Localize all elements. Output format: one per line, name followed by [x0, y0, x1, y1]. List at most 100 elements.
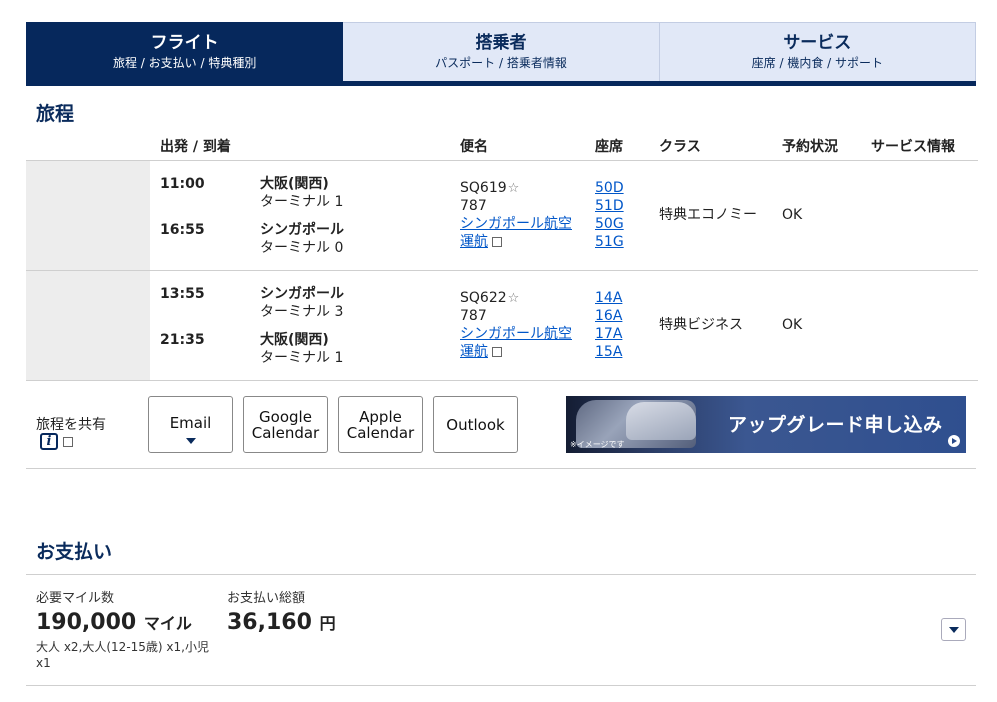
section-divider	[26, 468, 976, 469]
apple-label-line2: Calendar	[346, 423, 415, 442]
miles-value: 190,000	[36, 610, 137, 635]
total-amount: 36,160 円	[227, 610, 336, 635]
aircraft-type: 787	[460, 198, 487, 214]
seat-link[interactable]: 50G	[595, 216, 624, 232]
google-label-line1: Google	[259, 407, 312, 426]
row-divider	[26, 270, 978, 271]
tab-service-subtitle: 座席 / 機内食 / サポート	[751, 56, 883, 70]
tab-passenger-title: 搭乗者	[475, 33, 527, 53]
banner-person-image	[626, 402, 696, 440]
banner-note: ※イメージです	[570, 440, 625, 449]
col-dep-arr: 出発 / 到着	[160, 139, 231, 155]
dep-terminal: ターミナル 1	[260, 194, 344, 210]
total-value: 36,160	[227, 610, 312, 635]
banner-text: アップグレード申し込み	[728, 414, 943, 436]
seat-link[interactable]: 17A	[595, 326, 622, 342]
operator-link[interactable]: シンガポール航空	[460, 325, 572, 343]
seat-link[interactable]: 51G	[595, 234, 624, 250]
flight-number-cell: SQ622☆	[460, 289, 519, 308]
row-divider	[26, 160, 978, 161]
tab-flight[interactable]: フライト 旅程 / お支払い / 特典種別	[26, 22, 344, 85]
seat-link[interactable]: 15A	[595, 344, 622, 360]
seat-link[interactable]: 50D	[595, 180, 624, 196]
row-divider	[26, 380, 978, 381]
apple-label-line1: Apple	[359, 407, 402, 426]
operator-link-2[interactable]: 運航	[460, 343, 502, 361]
aircraft-type: 787	[460, 308, 487, 324]
cabin-class: 特典エコノミー	[659, 207, 757, 223]
flight-number: SQ622	[460, 290, 507, 306]
col-flight: 便名	[460, 139, 488, 155]
seat-link[interactable]: 51D	[595, 198, 624, 214]
chevron-down-icon	[185, 438, 196, 444]
apple-calendar-button[interactable]: Apple Calendar	[338, 396, 423, 453]
arrow-right-icon	[948, 435, 960, 447]
miles-label: 必要マイル数	[36, 591, 115, 606]
seat-link[interactable]: 14A	[595, 290, 622, 306]
star-outline-icon[interactable]: ☆	[508, 180, 520, 198]
email-share-button[interactable]: Email	[148, 396, 233, 453]
tab-service[interactable]: サービス 座席 / 機内食 / サポート	[659, 22, 976, 85]
arr-terminal: ターミナル 1	[260, 350, 344, 366]
operator-link-line1[interactable]: シンガポール航空	[460, 326, 572, 342]
arr-city: シンガポール	[260, 222, 344, 238]
itinerary-heading: 旅程	[36, 103, 75, 125]
external-link-icon	[63, 437, 73, 447]
dep-city: シンガポール	[260, 286, 344, 302]
tab-passenger-subtitle: パスポート / 搭乗者情報	[435, 56, 567, 70]
dep-time: 11:00	[160, 176, 205, 192]
email-button-label: Email	[169, 413, 212, 432]
seat-link[interactable]: 16A	[595, 308, 622, 324]
section-divider	[26, 685, 976, 686]
tab-passenger[interactable]: 搭乗者 パスポート / 搭乗者情報	[343, 22, 660, 85]
miles-unit: マイル	[143, 614, 192, 633]
outlook-button[interactable]: Outlook	[433, 396, 518, 453]
col-seat: 座席	[595, 139, 623, 155]
top-tabs: フライト 旅程 / お支払い / 特典種別 搭乗者 パスポート / 搭乗者情報 …	[26, 22, 976, 85]
section-divider	[26, 574, 976, 575]
seat-list: 50D 51D 50G 51G	[595, 179, 624, 251]
arr-terminal: ターミナル 0	[260, 240, 344, 256]
star-outline-icon[interactable]: ☆	[508, 290, 520, 308]
booking-status: OK	[782, 207, 803, 223]
tab-underline	[26, 81, 976, 86]
dep-terminal: ターミナル 3	[260, 304, 344, 320]
col-service: サービス情報	[871, 139, 955, 155]
upgrade-banner[interactable]: ※イメージです アップグレード申し込み	[566, 396, 966, 453]
col-status: 予約状況	[782, 139, 838, 155]
google-label-line2: Calendar	[251, 423, 320, 442]
external-link-icon	[492, 347, 502, 357]
arr-time: 21:35	[160, 332, 205, 348]
miles-amount: 190,000 マイル	[36, 610, 192, 635]
flight-number: SQ619	[460, 180, 507, 196]
cabin-class: 特典ビジネス	[659, 317, 743, 333]
total-unit: 円	[319, 614, 336, 633]
tab-flight-title: フライト	[150, 33, 219, 53]
tab-service-title: サービス	[783, 33, 852, 53]
segment-side-cell	[26, 271, 150, 380]
arr-time: 16:55	[160, 222, 205, 238]
col-class: クラス	[659, 139, 701, 155]
booking-status: OK	[782, 317, 803, 333]
dep-city: 大阪(関西)	[260, 176, 329, 192]
arr-city: 大阪(関西)	[260, 332, 329, 348]
external-link-icon	[492, 237, 502, 247]
seat-list: 14A 16A 17A 15A	[595, 289, 622, 361]
operator-link-2[interactable]: 運航	[460, 233, 502, 251]
payment-details-toggle[interactable]	[941, 618, 966, 641]
payment-heading: お支払い	[36, 541, 113, 563]
operator-link-line1[interactable]: シンガポール航空	[460, 216, 572, 232]
operator-link-line2[interactable]: 運航	[460, 234, 488, 250]
segment-side-cell	[26, 161, 150, 270]
passenger-breakdown: 大人 x2,大人(12-15歳) x1,小児 x1	[36, 640, 209, 670]
share-itinerary-label: 旅程を共有	[36, 417, 106, 433]
total-label: お支払い総額	[227, 591, 306, 606]
operator-link-line2[interactable]: 運航	[460, 344, 488, 360]
tab-flight-subtitle: 旅程 / お支払い / 特典種別	[112, 56, 257, 70]
operator-link[interactable]: シンガポール航空	[460, 215, 572, 233]
flight-number-cell: SQ619☆	[460, 179, 519, 198]
dep-time: 13:55	[160, 286, 205, 302]
info-icon[interactable]: i	[40, 433, 58, 450]
outlook-label: Outlook	[446, 415, 505, 434]
google-calendar-button[interactable]: Google Calendar	[243, 396, 328, 453]
